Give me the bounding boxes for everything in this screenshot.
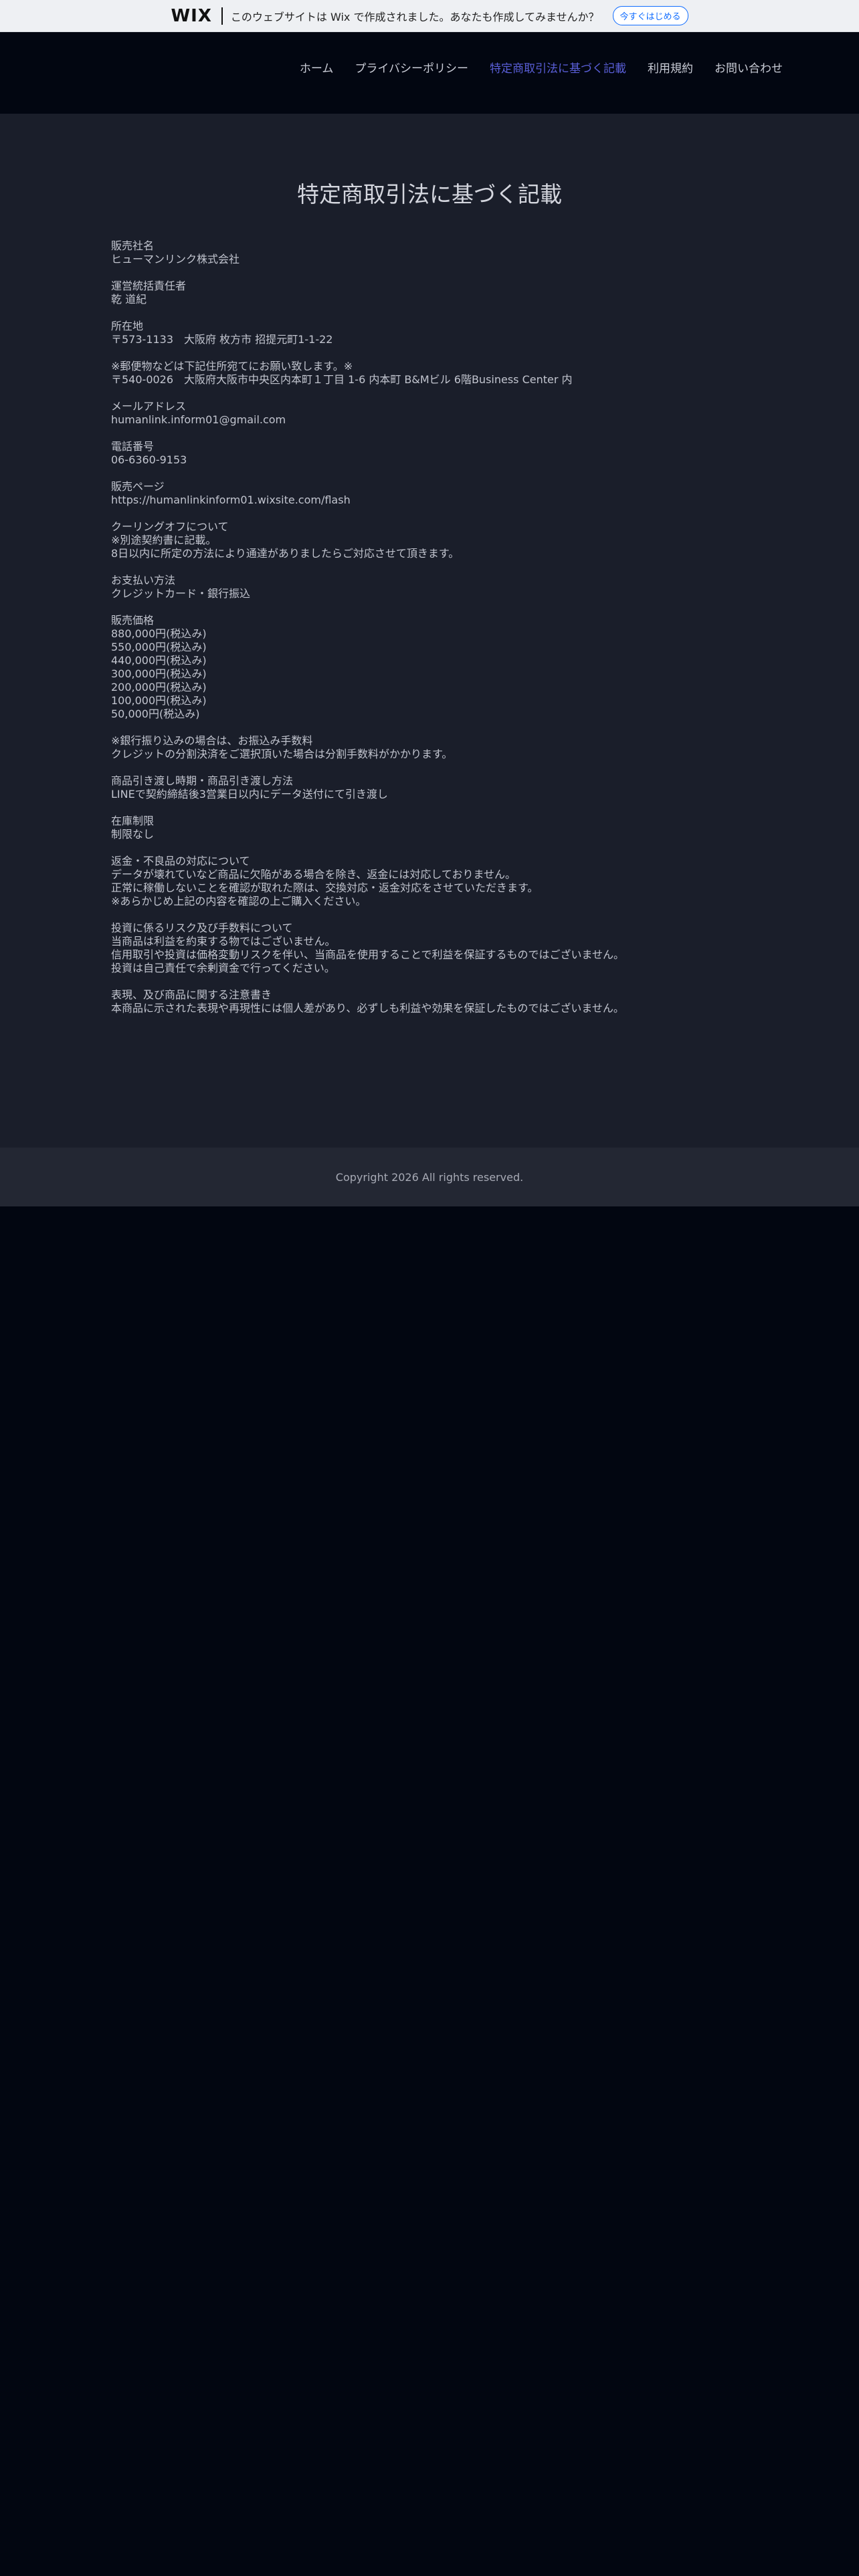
nav-item-contact[interactable]: お問い合わせ: [714, 59, 783, 76]
section-line: 100,000円(税込み): [111, 694, 207, 707]
section-line: 〒573-1133 大阪府 枚方市 招提元町1-1-22: [111, 333, 333, 346]
section-line: クレジットカード・銀行振込: [111, 587, 251, 600]
section-heading: 販売社名: [111, 239, 155, 252]
section-line: 制限なし: [111, 828, 155, 841]
info-section: 所在地 〒573-1133 大阪府 枚方市 招提元町1-1-22: [111, 320, 753, 346]
section-line: 200,000円(税込み): [111, 681, 207, 693]
wix-banner-message: このウェブサイトは Wix で作成されました。あなたも作成してみませんか？: [230, 10, 599, 23]
section-heading: クーリングオフについて: [111, 520, 229, 533]
section-line: 06-6360-9153: [111, 453, 187, 466]
wix-start-button[interactable]: 今すぐはじめる: [612, 6, 688, 25]
info-section: 投資に係るリスク及び手数料について 当商品は利益を約束する物ではございません。 信用…: [111, 922, 753, 975]
nav-item-terms[interactable]: 利用規約: [648, 59, 693, 76]
nav-item-privacy-policy[interactable]: プライバシーポリシー: [355, 59, 468, 76]
info-section: お支払い方法 クレジットカード・銀行振込: [111, 574, 753, 601]
section-line: クレジットの分割決済をご選択頂いた場合は分割手数料がかかります。: [111, 748, 453, 760]
section-line: LINEで契約締結後3営業日以内にデータ送付にて引き渡し: [111, 788, 388, 800]
section-line: ※あらかじめ上記の内容を確認の上ご購入ください。: [111, 895, 367, 907]
info-section: クーリングオフについて ※別途契約書に記載。 8日以内に所定の方法により通達がありま…: [111, 520, 753, 560]
section-line: 信用取引や投資は価格変動リスクを伴い、当商品を使用することで利益を保証するもので…: [111, 948, 625, 961]
section-heading: 電話番号: [111, 440, 155, 453]
section-heading: 在庫制限: [111, 815, 155, 827]
info-section: 販売ページ https://humanlinkinform01.wixsite.c…: [111, 480, 753, 507]
section-line: 50,000円(税込み): [111, 708, 200, 720]
site-header: ホーム プライバシーポリシー 特定商取引法に基づく記載 利用規約 お問い合わせ: [0, 32, 859, 114]
section-heading: 販売ページ: [111, 480, 165, 493]
info-section: 表現、及び商品に関する注意書き 本商品に示された表現や再現性には個人差があり、必ず…: [111, 988, 753, 1015]
section-line: データが壊れていなど商品に欠陥がある場合を除き、返金には対応しておりません。: [111, 868, 516, 881]
nav-item-commercial-transactions[interactable]: 特定商取引法に基づく記載: [490, 59, 626, 76]
section-heading: ※郵便物などは下記住所宛てにお願い致します。※: [111, 360, 353, 372]
wix-banner-inner: WIX このウェブサイトは Wix で作成されました。あなたも作成してみませんか…: [171, 6, 688, 26]
legal-notice-body: 販売社名 ヒューマンリンク株式会社 運営統括責任者乾 道紀 所在地 〒573-1133 …: [111, 239, 753, 1029]
section-line: ※別途契約書に記載。: [111, 534, 217, 546]
section-heading: 所在地: [111, 320, 144, 332]
section-line: 正常に稼働しないことを確認が取れた際は、交換対応・返金対応をさせていただきます。: [111, 881, 539, 894]
section-line: https://humanlinkinform01.wixsite.com/fl…: [111, 494, 351, 506]
section-heading: 運営統括責任者: [111, 280, 187, 292]
wix-banner: WIX このウェブサイトは Wix で作成されました。あなたも作成してみませんか…: [0, 0, 859, 32]
copyright-text: Copyright 2026 All rights reserved.: [335, 1170, 524, 1184]
info-section: 販売価格 880,000円(税込み) 550,000円(税込み) 440,000円(税…: [111, 614, 753, 721]
site-footer: Copyright 2026 All rights reserved.: [0, 1148, 859, 1206]
main-content: 特定商取引法に基づく記載 販売社名 ヒューマンリンク株式会社 運営統括責任者乾 道紀…: [0, 114, 859, 1148]
main-nav: ホーム プライバシーポリシー 特定商取引法に基づく記載 利用規約 お問い合わせ: [300, 59, 783, 76]
info-section: ※銀行振り込みの場合は、お振込み手数料 クレジットの分割決済をご選択頂いた場合は分…: [111, 734, 753, 761]
section-heading: 投資に係るリスク及び手数料について: [111, 922, 293, 934]
section-line: 投資は自己責任で余剰資金で行ってください。: [111, 962, 335, 974]
section-line: 300,000円(税込み): [111, 667, 207, 680]
section-heading: メールアドレス: [111, 400, 187, 413]
section-heading: 表現、及び商品に関する注意書き: [111, 988, 272, 1001]
info-section: 返金・不良品の対応について データが壊れていなど商品に欠陥がある場合を除き、返金に…: [111, 855, 753, 908]
section-line: 〒540-0026 大阪府大阪市中央区内本町１丁目 1-6 内本町 B&Mビル …: [111, 373, 573, 386]
info-section: 販売社名 ヒューマンリンク株式会社: [111, 239, 753, 266]
section-heading: 販売価格: [111, 614, 155, 627]
info-section: 商品引き渡し時期・商品引き渡し方法 LINEで契約締結後3営業日以内にデータ送付に…: [111, 774, 753, 801]
section-heading: 返金・不良品の対応について: [111, 855, 250, 867]
section-line: 550,000円(税込み): [111, 641, 207, 653]
section-line: humanlink.inform01@gmail.com: [111, 413, 286, 426]
section-heading: ※銀行振り込みの場合は、お振込み手数料: [111, 734, 313, 747]
section-line: ヒューマンリンク株式会社: [111, 253, 240, 265]
info-section: 電話番号 06-6360-9153: [111, 440, 753, 467]
info-section: メールアドレス humanlink.inform01@gmail.com: [111, 400, 753, 427]
section-line: 440,000円(税込み): [111, 654, 207, 667]
nav-item-home[interactable]: ホーム: [300, 59, 334, 76]
section-heading: お支払い方法: [111, 574, 176, 586]
section-heading: 商品引き渡し時期・商品引き渡し方法: [111, 774, 294, 787]
page-title: 特定商取引法に基づく記載: [297, 181, 562, 208]
section-line: 8日以内に所定の方法により通達がありましたらご対応させて頂きます。: [111, 547, 460, 560]
section-line: 本商品に示された表現や再現性には個人差があり、必ずしも利益や効果を保証したもので…: [111, 1002, 624, 1014]
info-section: 運営統括責任者乾 道紀: [111, 280, 753, 306]
section-line: 880,000円(税込み): [111, 627, 207, 640]
wix-divider: [221, 7, 223, 25]
section-line: 当商品は利益を約束する物ではございません。: [111, 935, 336, 948]
info-section: 在庫制限 制限なし: [111, 815, 753, 841]
section-line: 乾 道紀: [111, 293, 147, 306]
info-section: ※郵便物などは下記住所宛てにお願い致します。※ 〒540-0026 大阪府大阪市中…: [111, 360, 753, 387]
wix-logo[interactable]: WIX: [171, 6, 211, 26]
